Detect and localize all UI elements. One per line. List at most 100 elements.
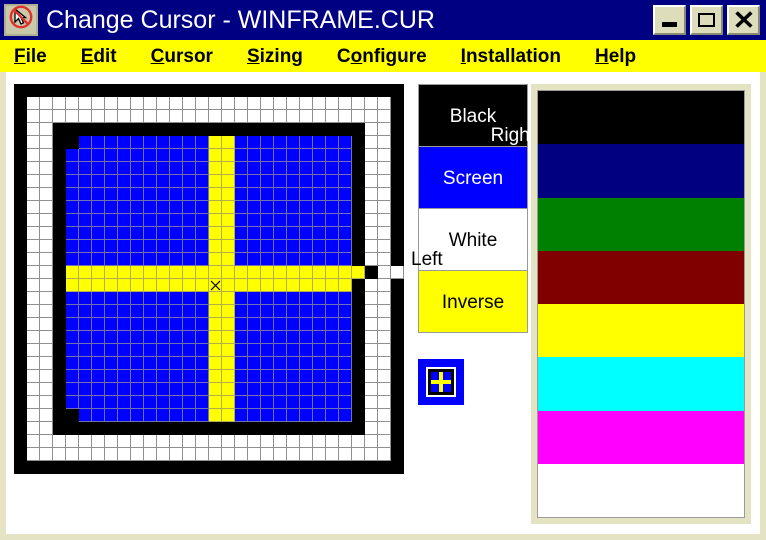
pixel-cell[interactable] — [261, 318, 274, 331]
pixel-cell[interactable] — [365, 422, 378, 435]
pixel-cell[interactable] — [209, 279, 222, 292]
pixel-cell[interactable] — [378, 331, 391, 344]
pixel-cell[interactable] — [144, 279, 157, 292]
pixel-cell[interactable] — [222, 253, 235, 266]
pixel-cell[interactable] — [313, 396, 326, 409]
pixel-cell[interactable] — [118, 227, 131, 240]
pixel-cell[interactable] — [274, 214, 287, 227]
pixel-cell[interactable] — [274, 240, 287, 253]
menu-item-help[interactable]: Help — [595, 47, 636, 66]
pixel-cell[interactable] — [287, 448, 300, 461]
pixel-cell[interactable] — [131, 318, 144, 331]
pixel-cell[interactable] — [14, 110, 27, 123]
pixel-cell[interactable] — [14, 162, 27, 175]
pixel-cell[interactable] — [14, 370, 27, 383]
pixel-cell[interactable] — [339, 97, 352, 110]
pixel-cell[interactable] — [365, 97, 378, 110]
pixel-cell[interactable] — [391, 357, 404, 370]
pixel-cell[interactable] — [313, 435, 326, 448]
pixel-cell[interactable] — [131, 214, 144, 227]
pixel-cell[interactable] — [287, 175, 300, 188]
pixel-cell[interactable] — [274, 253, 287, 266]
pixel-cell[interactable] — [66, 214, 79, 227]
pixel-cell[interactable] — [183, 136, 196, 149]
pixel-cell[interactable] — [157, 357, 170, 370]
pixel-cell[interactable] — [274, 318, 287, 331]
pixel-cell[interactable] — [287, 162, 300, 175]
pixel-cell[interactable] — [378, 279, 391, 292]
pixel-cell[interactable] — [14, 136, 27, 149]
pixel-cell[interactable] — [196, 305, 209, 318]
pixel-cell[interactable] — [300, 97, 313, 110]
pixel-cell[interactable] — [274, 383, 287, 396]
pixel-cell[interactable] — [79, 344, 92, 357]
pixel-cell[interactable] — [53, 461, 66, 474]
pixel-cell[interactable] — [183, 409, 196, 422]
pixel-cell[interactable] — [27, 292, 40, 305]
pixel-cell[interactable] — [222, 279, 235, 292]
pixel-cell[interactable] — [27, 97, 40, 110]
pixel-cell[interactable] — [209, 318, 222, 331]
pixel-cell[interactable] — [274, 227, 287, 240]
pixel-cell[interactable] — [118, 149, 131, 162]
pixel-cell[interactable] — [313, 84, 326, 97]
pixel-cell[interactable] — [157, 188, 170, 201]
pixel-cell[interactable] — [313, 227, 326, 240]
pixel-cell[interactable] — [196, 331, 209, 344]
pixel-cell[interactable] — [222, 201, 235, 214]
pixel-cell[interactable] — [378, 448, 391, 461]
pixel-cell[interactable] — [105, 318, 118, 331]
pixel-cell[interactable] — [53, 318, 66, 331]
pixel-cell[interactable] — [79, 227, 92, 240]
pixel-cell[interactable] — [248, 344, 261, 357]
pixel-cell[interactable] — [365, 305, 378, 318]
pixel-cell[interactable] — [365, 84, 378, 97]
pixel-cell[interactable] — [313, 201, 326, 214]
pixel-cell[interactable] — [313, 448, 326, 461]
pixel-cell[interactable] — [300, 123, 313, 136]
pixel-cell[interactable] — [196, 97, 209, 110]
pixel-cell[interactable] — [222, 396, 235, 409]
pixel-cell[interactable] — [391, 214, 404, 227]
pixel-cell[interactable] — [105, 344, 118, 357]
pixel-cell[interactable] — [144, 305, 157, 318]
pixel-cell[interactable] — [53, 214, 66, 227]
pixel-cell[interactable] — [53, 396, 66, 409]
pixel-cell[interactable] — [14, 318, 27, 331]
pixel-cell[interactable] — [326, 266, 339, 279]
menu-item-file[interactable]: File — [14, 47, 47, 66]
pixel-cell[interactable] — [66, 383, 79, 396]
pixel-cell[interactable] — [391, 149, 404, 162]
pixel-cell[interactable] — [118, 383, 131, 396]
pixel-cell[interactable] — [79, 253, 92, 266]
pixel-cell[interactable] — [118, 344, 131, 357]
pixel-cell[interactable] — [183, 305, 196, 318]
pixel-cell[interactable] — [261, 136, 274, 149]
pixel-cell[interactable] — [105, 136, 118, 149]
pixel-cell[interactable] — [27, 136, 40, 149]
pixel-cell[interactable] — [261, 331, 274, 344]
pixel-cell[interactable] — [378, 227, 391, 240]
pixel-cell[interactable] — [209, 266, 222, 279]
pixel-cell[interactable] — [105, 162, 118, 175]
pixel-cell[interactable] — [326, 357, 339, 370]
pixel-cell[interactable] — [27, 162, 40, 175]
pixel-cell[interactable] — [79, 422, 92, 435]
pixel-cell[interactable] — [157, 461, 170, 474]
pixel-cell[interactable] — [92, 344, 105, 357]
pixel-cell[interactable] — [352, 305, 365, 318]
pixel-cell[interactable] — [40, 123, 53, 136]
pixel-cell[interactable] — [157, 175, 170, 188]
pixel-cell[interactable] — [391, 253, 404, 266]
pixel-cell[interactable] — [196, 292, 209, 305]
pixel-cell[interactable] — [183, 279, 196, 292]
pixel-cell[interactable] — [79, 123, 92, 136]
pixel-cell[interactable] — [40, 175, 53, 188]
pixel-cell[interactable] — [209, 409, 222, 422]
pixel-cell[interactable] — [170, 123, 183, 136]
pixel-cell[interactable] — [274, 422, 287, 435]
pixel-cell[interactable] — [105, 175, 118, 188]
pixel-cell[interactable] — [300, 240, 313, 253]
pixel-cell[interactable] — [248, 435, 261, 448]
pixel-cell[interactable] — [339, 409, 352, 422]
